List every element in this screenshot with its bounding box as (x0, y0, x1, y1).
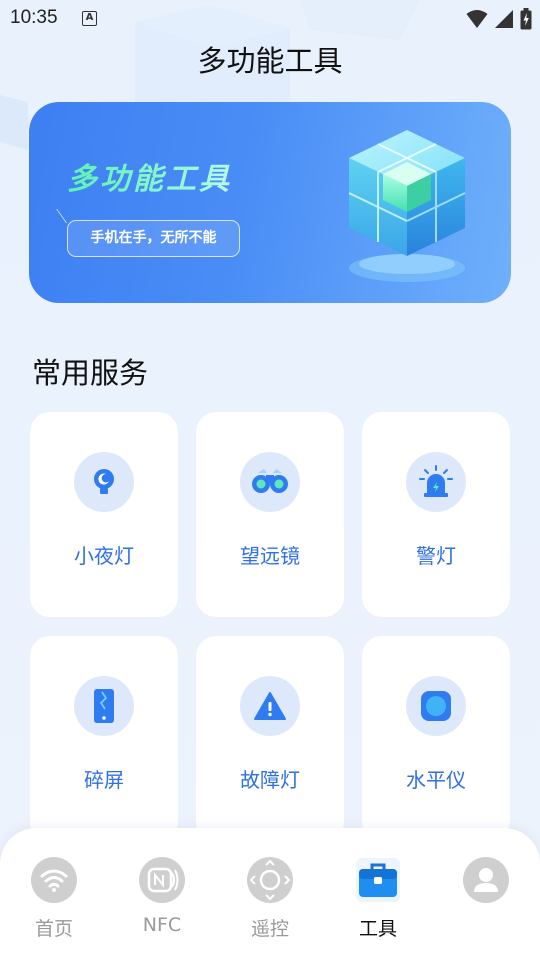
a-icon: A (82, 11, 97, 26)
warning-triangle-icon (254, 692, 286, 720)
status-time: 10:35 (10, 7, 58, 28)
binoculars-icon (252, 469, 288, 493)
service-card-binoculars[interactable]: 望远镜 (196, 412, 344, 617)
cube-icon (348, 130, 466, 282)
bottom-navigation: 首页 NFC 遥控 工具 (0, 828, 540, 960)
remote-dpad-icon (247, 857, 293, 903)
nav-item-tools[interactable]: 工具 (324, 828, 432, 960)
alarm-light-icon (419, 465, 453, 497)
wifi-icon (466, 10, 488, 28)
status-icons (466, 8, 532, 30)
banner-tagline: 手机在手，无所不能 (67, 220, 240, 257)
nav-label: NFC (142, 914, 182, 936)
toolbox-icon (356, 858, 400, 902)
signal-icon (495, 10, 513, 28)
service-card-warning-light[interactable]: 故障灯 (196, 636, 344, 841)
page-title: 多功能工具 (197, 44, 343, 78)
battery-icon (520, 8, 532, 30)
nav-label: 工具 (358, 918, 397, 940)
user-icon (463, 857, 509, 903)
wifi-icon (31, 857, 77, 903)
banner-title: 多功能工具 (67, 154, 232, 198)
nav-label: 遥控 (250, 918, 289, 940)
nav-item-nfc[interactable]: NFC (108, 828, 216, 960)
section-title: 常用服务 (32, 356, 149, 390)
nfc-icon (139, 857, 185, 903)
service-card-night-light[interactable]: 小夜灯 (30, 412, 178, 617)
night-light-icon (94, 469, 114, 494)
level-icon (421, 691, 451, 721)
service-label: 警灯 (416, 544, 456, 568)
service-card-alarm-light[interactable]: 警灯 (362, 412, 510, 617)
broken-screen-icon (94, 689, 114, 723)
nav-item-profile[interactable] (432, 828, 540, 960)
service-card-level[interactable]: 水平仪 (362, 636, 510, 841)
service-card-broken-screen[interactable]: 碎屏 (30, 636, 178, 841)
nav-label: 首页 (34, 918, 73, 940)
service-label: 小夜灯 (74, 544, 134, 568)
service-label: 望远镜 (240, 544, 300, 568)
hero-banner[interactable]: 多功能工具 手机在手，无所不能 (29, 102, 511, 303)
service-label: 碎屏 (84, 768, 124, 792)
status-bar: 10:35 A (0, 0, 540, 36)
service-label: 水平仪 (406, 768, 466, 792)
service-label: 故障灯 (240, 768, 300, 792)
nav-item-remote[interactable]: 遥控 (216, 828, 324, 960)
nav-item-home[interactable]: 首页 (0, 828, 108, 960)
